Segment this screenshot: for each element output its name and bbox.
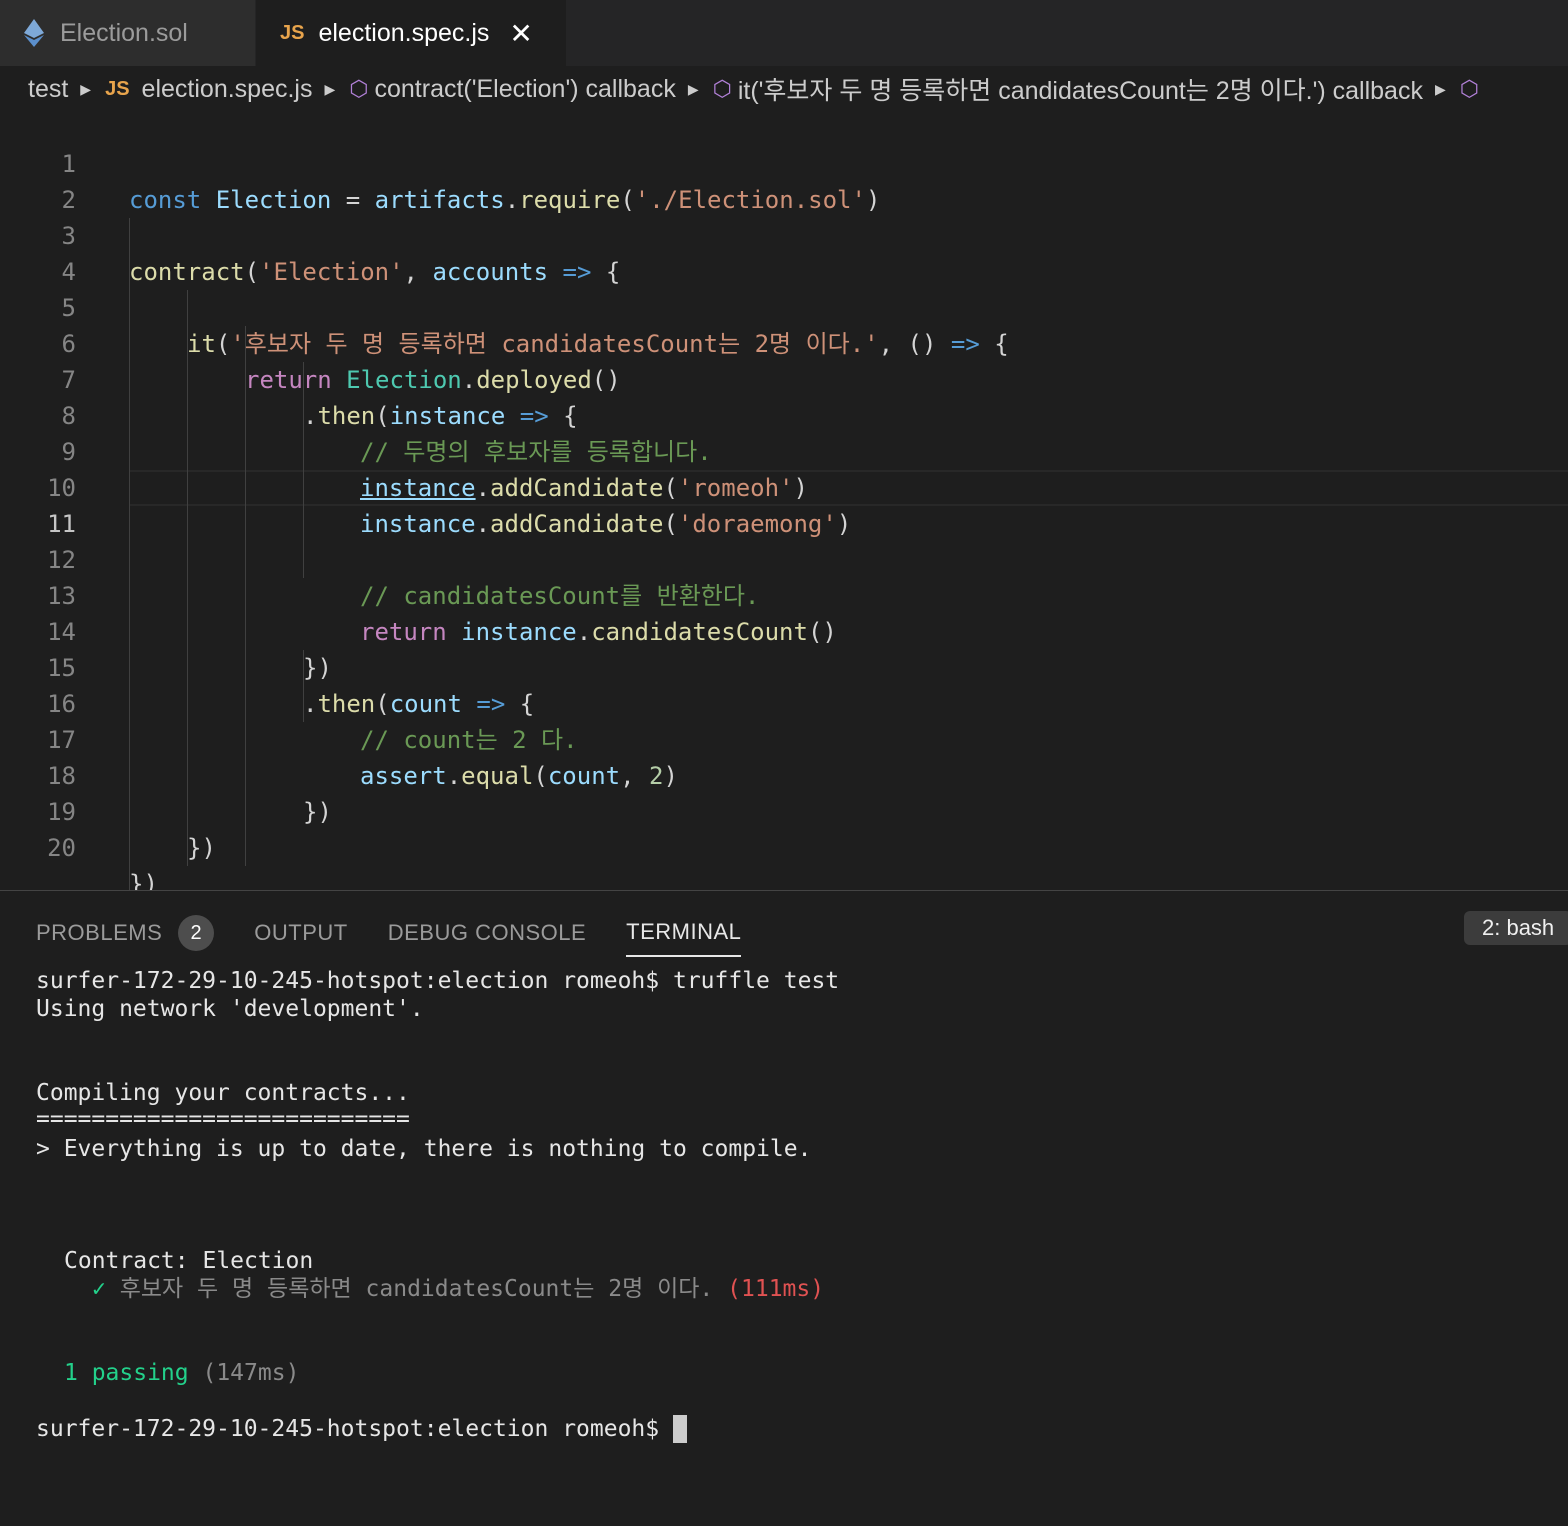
code-line: 6 return Election.deployed() — [0, 290, 1568, 394]
tab-label: OUTPUT — [254, 920, 348, 945]
code-text: }) — [187, 834, 216, 862]
breadcrumb-folder[interactable]: test — [28, 75, 68, 104]
terminal-line: 1 passing (147ms) — [64, 1359, 299, 1387]
terminal-command: truffle test — [659, 968, 840, 994]
breadcrumb-symbol-contract[interactable]: contract('Election') callback — [374, 75, 675, 104]
code-line: 8 // 두명의 후보자를 등록합니다. — [0, 362, 1568, 466]
js-icon: JS — [280, 21, 305, 44]
code-line: 3 contract('Election', accounts => { — [0, 182, 1568, 286]
tab-election-sol[interactable]: Election.sol — [0, 0, 256, 66]
terminal-selector[interactable]: 2: bash — [1464, 911, 1568, 945]
symbol-cube-icon: ⬡ — [1459, 76, 1479, 101]
terminal-cursor — [672, 1415, 687, 1443]
code-line: 19 }) — [0, 758, 1568, 862]
code-line-current: 11 — [0, 470, 1568, 538]
code-line: 14 }) — [0, 578, 1568, 682]
terminal-line: =========================== — [36, 1106, 410, 1132]
terminal-line: surfer-172-29-10-245-hotspot:election ro… — [36, 1415, 687, 1443]
code-line: 10 instance.addCandidate('doraemong') — [0, 434, 1568, 538]
terminal-line: surfer-172-29-10-245-hotspot:election ro… — [36, 967, 839, 995]
test-name: 후보자 두 명 등록하면 candidatesCount는 2명 이다. — [119, 1276, 714, 1302]
symbol-cube-icon: ⬡ — [349, 76, 369, 101]
passing-count: 1 passing — [64, 1360, 189, 1386]
tab-label: PROBLEMS — [36, 920, 163, 945]
code-line: 16 // count는 2 다. — [0, 650, 1568, 754]
close-icon[interactable]: ✕ — [509, 17, 532, 50]
tab-label: election.spec.js — [318, 18, 490, 47]
symbol-cube-icon: ⬡ — [712, 76, 732, 101]
code-line: 18 }) — [0, 722, 1568, 826]
terminal-prompt: surfer-172-29-10-245-hotspot:election ro… — [36, 968, 660, 994]
code-line: 7 .then(instance => { — [0, 326, 1568, 430]
chevron-right-icon: ▶ — [324, 80, 336, 97]
problems-count-badge: 2 — [178, 915, 215, 951]
breadcrumb-file[interactable]: election.spec.js — [142, 75, 313, 104]
ethereum-icon — [24, 19, 44, 47]
check-icon: ✓ — [92, 1276, 106, 1302]
terminal-line: Using network 'development'. — [36, 996, 424, 1022]
code-line: 5 it('후보자 두 명 등록하면 candidatesCount는 2명 이… — [0, 254, 1568, 358]
terminal-line: > Everything is up to date, there is not… — [36, 1136, 812, 1162]
terminal-line: Contract: Election — [64, 1248, 314, 1274]
code-line: 2 — [0, 146, 1568, 214]
tab-terminal[interactable]: TERMINAL — [626, 909, 742, 957]
code-line: 4 — [0, 218, 1568, 286]
tab-label: TERMINAL — [626, 919, 742, 944]
tab-label: DEBUG CONSOLE — [387, 920, 587, 945]
code-line: 15 .then(count => { — [0, 614, 1568, 718]
terminal-line: ✓ 후보자 두 명 등록하면 candidatesCount는 2명 이다. (… — [92, 1275, 824, 1303]
tab-problems[interactable]: PROBLEMS 2 — [36, 909, 215, 957]
terminal-prompt: surfer-172-29-10-245-hotspot:election ro… — [36, 1416, 660, 1442]
tab-debug-console[interactable]: DEBUG CONSOLE — [388, 909, 586, 957]
chevron-right-icon: ▶ — [687, 80, 699, 97]
breadcrumb: test ▶ JS election.spec.js ▶ ⬡ contract(… — [0, 66, 1568, 112]
code-line: 12 // candidatesCount를 반환한다. — [0, 506, 1568, 610]
tab-output[interactable]: OUTPUT — [254, 909, 347, 957]
code-line: 13 return instance.candidatesCount() — [0, 542, 1568, 646]
code-line: 1 const Election = artifacts.require('./… — [0, 110, 1568, 214]
tab-label: Election.sol — [60, 18, 188, 47]
tab-election-spec-js[interactable]: JS election.spec.js ✕ — [256, 0, 566, 66]
code-line: 9 instance.addCandidate('romeoh') — [0, 398, 1568, 502]
editor-tab-bar: Election.sol JS election.spec.js ✕ — [0, 0, 1568, 66]
breadcrumb-symbol-it[interactable]: it('후보자 두 명 등록하면 candidatesCount는 2명 이다.… — [738, 71, 1423, 107]
chevron-right-icon: ▶ — [1434, 80, 1446, 97]
code-line: 17 assert.equal(count, 2) — [0, 686, 1568, 790]
chevron-right-icon: ▶ — [80, 80, 92, 97]
panel-tab-bar: PROBLEMS 2 OUTPUT DEBUG CONSOLE TERMINAL — [36, 909, 781, 957]
test-time: (111ms) — [727, 1276, 825, 1302]
js-icon: JS — [105, 77, 130, 100]
code-editor[interactable]: 1 const Election = artifacts.require('./… — [0, 110, 1568, 902]
line-number: 20 — [47, 834, 76, 862]
passing-time: (147ms) — [202, 1360, 300, 1386]
code-line: 20 }) — [0, 794, 1568, 898]
terminal-line: Compiling your contracts... — [36, 1080, 410, 1106]
bottom-panel: PROBLEMS 2 OUTPUT DEBUG CONSOLE TERMINAL… — [0, 890, 1568, 1526]
